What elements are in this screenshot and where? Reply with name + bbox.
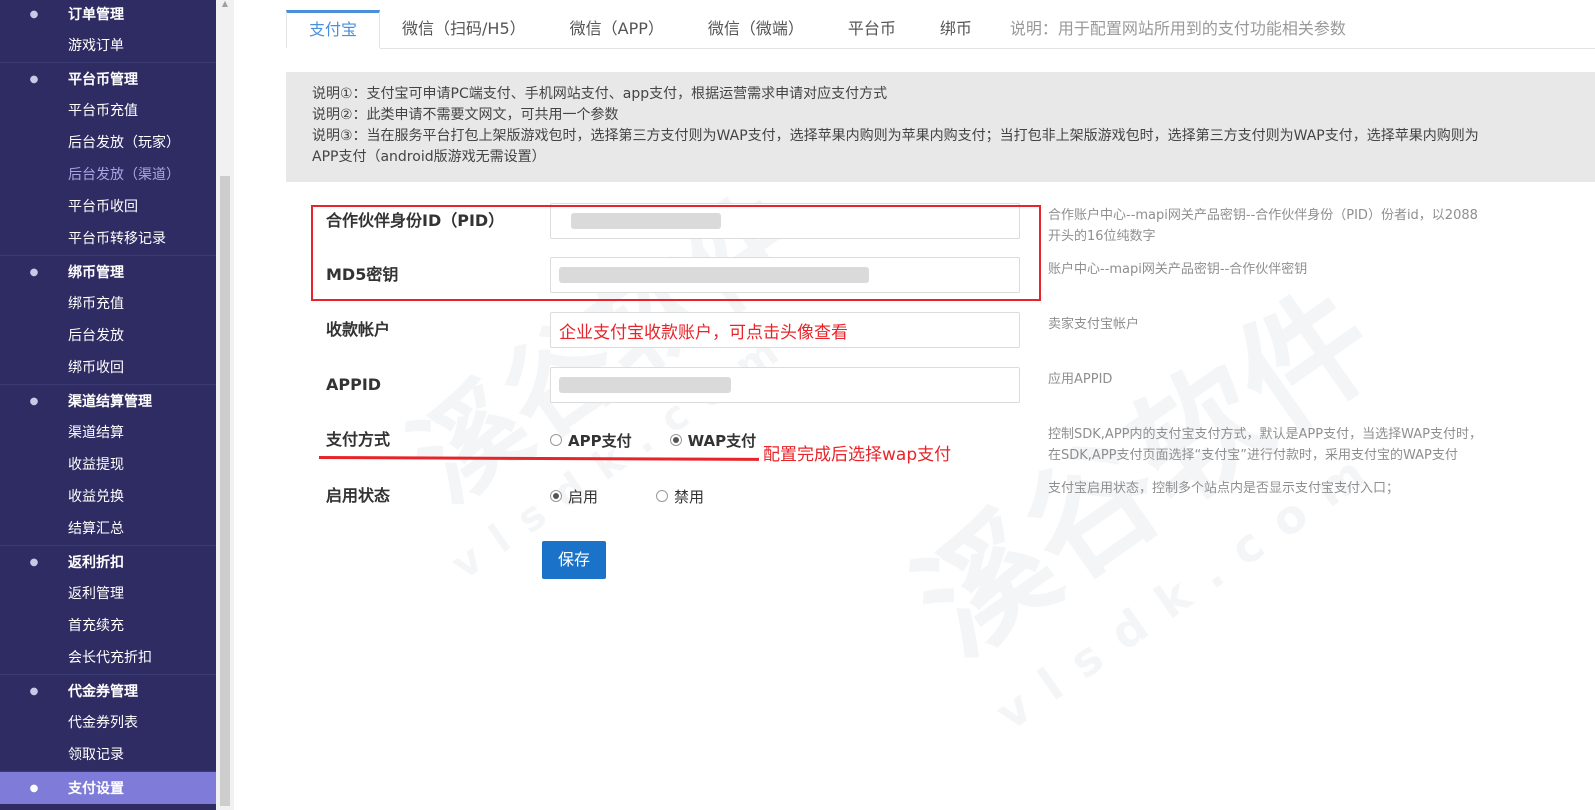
redacted-value [559, 377, 731, 393]
notice-panel: 说明①：支付宝可申请PC端支付、手机网站支付、app支付，根据运营需求申请对应支… [286, 72, 1595, 182]
account-input[interactable]: 企业支付宝收款账户，可点击头像查看 [550, 312, 1020, 348]
sidebar-item[interactable]: 后台发放 [0, 320, 216, 352]
nav-group-rebate: ● 返利折扣 返利管理 首充续充 会长代充折扣 [0, 546, 216, 675]
sidebar-item[interactable]: 首充续充 [0, 610, 216, 642]
save-button[interactable]: 保存 [542, 541, 606, 579]
sidebar-item[interactable]: 代金券列表 [0, 707, 216, 739]
account-annotation: 企业支付宝收款账户，可点击头像查看 [559, 323, 848, 342]
status-help: 支付宝启用状态，控制多个站点内是否显示支付宝支付入口； [1048, 481, 1400, 496]
status-enable-radio[interactable]: 启用 [550, 486, 598, 507]
sidebar-item[interactable]: 平台币转移记录 [0, 223, 216, 255]
payment-tabs: 支付宝 微信（扫码/H5） 微信（APP） 微信（微端） 平台币 绑币 说明：用… [286, 8, 1595, 49]
pay-method-annotation: 配置完成后选择wap支付 [763, 445, 952, 465]
md5-help: 账户中心--mapi网关产品密钥--合作伙伴密钥 [1048, 262, 1308, 277]
scroll-up-icon[interactable]: ▲ [219, 0, 231, 8]
bullet-icon: ● [29, 685, 39, 697]
sidebar-item[interactable]: 绑币收回 [0, 352, 216, 384]
form-row-account: 收款帐户 企业支付宝收款账户，可点击头像查看 卖家支付宝帐户 [286, 302, 1595, 358]
sidebar-item[interactable]: 收益提现 [0, 449, 216, 481]
nav-group-head[interactable]: ● 返利折扣 [0, 546, 216, 578]
nav-group-channel-settlement: ● 渠道结算管理 渠道结算 收益提现 收益兑换 结算汇总 [0, 385, 216, 546]
sidebar-item[interactable]: 会长代充折扣 [0, 642, 216, 674]
form-row-status: 启用状态 启用 禁用 支付宝启用状态，控制多个站点内是否显示支付宝支付入口； [286, 468, 1595, 524]
tab-platform-coin[interactable]: 平台币 [826, 12, 918, 48]
appid-label: APPID [326, 375, 382, 394]
nav-group-head[interactable]: ● 平台币管理 [0, 63, 216, 95]
nav-group-head[interactable]: ● 订单管理 [0, 0, 216, 30]
sidebar-item[interactable]: 渠道结算 [0, 417, 216, 449]
annotation-highlight-box [311, 205, 1041, 301]
bullet-icon: ● [29, 8, 39, 20]
sidebar-item[interactable]: 结算汇总 [0, 513, 216, 545]
notice-line: APP支付（android版游戏无需设置） [312, 149, 546, 165]
sidebar-item[interactable]: 游戏订单 [0, 30, 216, 62]
sidebar-item[interactable]: 平台币充值 [0, 95, 216, 127]
tab-wechat-app[interactable]: 微信（APP） [548, 12, 686, 48]
nav-group-head[interactable]: ● 代金券管理 [0, 675, 216, 707]
sidebar-item[interactable]: 收益兑换 [0, 481, 216, 513]
nav-group-head[interactable]: ● 绑币管理 [0, 256, 216, 288]
scrollbar-thumb[interactable] [220, 176, 230, 806]
status-label: 启用状态 [326, 486, 391, 505]
bullet-icon: ● [29, 266, 39, 278]
sidebar-item[interactable]: 领取记录 [0, 739, 216, 771]
pay-method-help: 控制SDK,APP内的支付宝支付方式，默认是APP支付，当选择WAP支付时， 在… [1048, 427, 1482, 463]
sidebar: ● 订单管理 游戏订单 ● 平台币管理 平台币充值 后台发放（玩家） 后台发放（渠道… [0, 0, 216, 810]
tabs-description: 说明：用于配置网站所用到的支付功能相关参数 [1009, 19, 1346, 38]
radio-circle-checked[interactable] [669, 434, 682, 446]
tab-bind-coin[interactable]: 绑币 [918, 12, 994, 48]
status-disable-radio[interactable]: 禁用 [656, 486, 704, 507]
bullet-icon: ● [29, 556, 39, 568]
tab-wechat-microclient[interactable]: 微信（微端） [686, 12, 826, 48]
radio-circle-checked[interactable] [550, 490, 562, 502]
nav-group-head-active[interactable]: ● 支付设置 [0, 772, 216, 804]
pay-method-wap-radio[interactable]: WAP支付 [669, 430, 756, 451]
tab-alipay[interactable]: 支付宝 [286, 10, 381, 49]
notice-line: 说明②：此类申请不需要文网文，可共用一个参数 [312, 107, 619, 123]
bullet-icon: ● [29, 395, 39, 407]
notice-line: 说明③：当在服务平台打包上架版游戏包时，选择第三方支付则为WAP支付，选择苹果内… [312, 128, 1479, 144]
sidebar-item-selected[interactable]: 后台发放（渠道） [0, 159, 216, 191]
nav-group-platform-coin: ● 平台币管理 平台币充值 后台发放（玩家） 后台发放（渠道） 平台币收回 平台币… [0, 63, 216, 256]
account-help: 卖家支付宝帐户 [1048, 317, 1140, 332]
bullet-icon: ● [29, 782, 39, 794]
nav-group-voucher: ● 代金券管理 代金券列表 领取记录 [0, 675, 216, 772]
pay-method-label: 支付方式 [326, 430, 391, 449]
appid-help: 应用APPID [1048, 372, 1113, 387]
sidebar-item[interactable]: 后台发放（玩家） [0, 127, 216, 159]
nav-group-head[interactable]: ● 渠道结算管理 [0, 385, 216, 417]
sidebar-item[interactable]: 绑币充值 [0, 288, 216, 320]
notice-line: 说明①：支付宝可申请PC端支付、手机网站支付、app支付，根据运营需求申请对应支… [312, 86, 888, 102]
form-row-appid: APPID 应用APPID [286, 357, 1595, 413]
status-radio-group: 启用 禁用 [550, 468, 742, 524]
pid-help: 合作账户中心--mapi网关产品密钥--合作伙伴身份（PID）份者id，以208… [1048, 208, 1478, 244]
tab-wechat-scan-h5[interactable]: 微信（扫码/H5） [380, 12, 548, 48]
main-content: 支付宝 微信（扫码/H5） 微信（APP） 微信（微端） 平台币 绑币 说明：用… [234, 0, 1595, 810]
sidebar-item[interactable]: 返利管理 [0, 578, 216, 610]
radio-circle[interactable] [656, 490, 669, 502]
nav-group-bind-coin: ● 绑币管理 绑币充值 后台发放 绑币收回 [0, 256, 216, 385]
appid-input[interactable] [550, 367, 1020, 403]
sidebar-item[interactable]: 平台币收回 [0, 191, 216, 223]
nav-group-payment-settings: ● 支付设置 [0, 772, 216, 804]
pay-method-app-radio[interactable]: APP支付 [550, 430, 632, 451]
nav-group-orders: ● 订单管理 游戏订单 [0, 0, 216, 63]
bullet-icon: ● [29, 73, 39, 85]
account-label: 收款帐户 [326, 320, 391, 339]
radio-circle[interactable] [550, 434, 562, 446]
